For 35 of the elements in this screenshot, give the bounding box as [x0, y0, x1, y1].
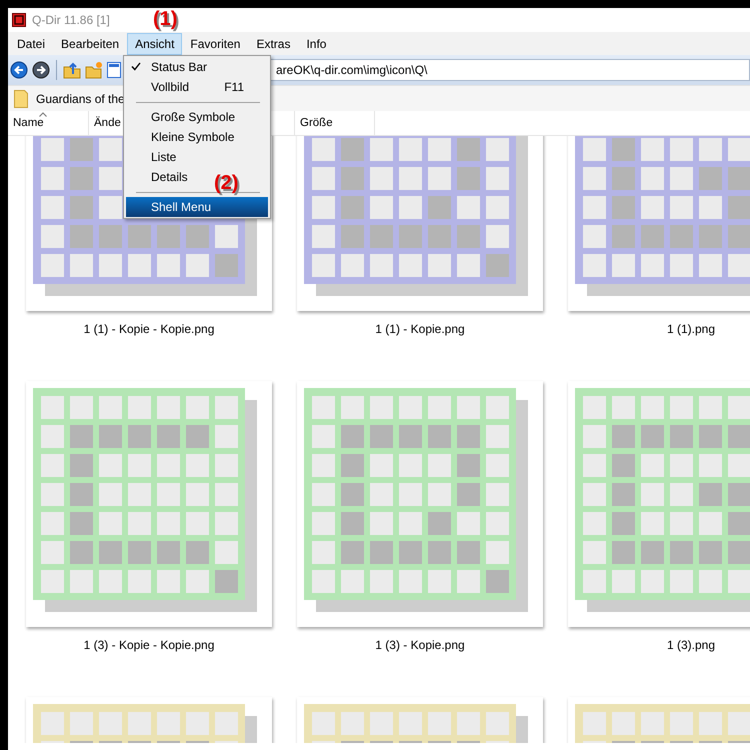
menu-item[interactable]: Liste	[126, 147, 182, 167]
app-icon	[12, 13, 26, 27]
menu-bar-item[interactable]: Bearbeiten	[53, 32, 128, 54]
menu-item[interactable]: Kleine Symbole	[126, 127, 240, 147]
new-folder-icon[interactable]	[85, 61, 103, 79]
file-name: 1 (1).png	[666, 321, 716, 338]
menu-bar-item[interactable]: Favoriten	[182, 32, 248, 54]
column-header[interactable]: Name	[8, 111, 89, 135]
folder-icon	[14, 90, 28, 108]
menu-item[interactable]: Shell Menu	[126, 197, 268, 217]
menu-item[interactable]: Große Symbole	[126, 107, 242, 127]
window-icon[interactable]	[107, 62, 121, 78]
thumbnail-card[interactable]	[26, 381, 272, 627]
menu-item[interactable]: Details	[126, 167, 194, 187]
menu-bar-item[interactable]: Extras	[248, 32, 298, 54]
thumbnail-card[interactable]	[297, 381, 543, 627]
menu-item[interactable]: Status Bar	[126, 57, 214, 77]
menu-bar-item[interactable]: Ansicht	[127, 32, 182, 54]
file-name: 1 (3) - Kopie - Kopie.png	[84, 637, 214, 654]
menu-bar-item[interactable]: Info	[298, 32, 334, 54]
file-name: 1 (1) - Kopie - Kopie.png	[84, 321, 214, 338]
folder-up-icon[interactable]	[63, 61, 81, 79]
annotation-label: (1)	[153, 8, 178, 31]
window-title: Q-Dir 11.86 [1]	[32, 13, 110, 27]
thumbnail-card[interactable]	[297, 136, 543, 311]
back-icon[interactable]	[10, 61, 28, 79]
column-header[interactable]: Größe	[295, 111, 375, 135]
menu-bar-item[interactable]: Datei	[9, 32, 54, 54]
file-name: 1 (3).png	[666, 637, 716, 654]
annotation-label: (2)	[214, 172, 238, 195]
forward-icon[interactable]	[32, 61, 50, 79]
file-name: 1 (1) - Kopie.png	[375, 321, 465, 338]
checkmark-icon	[131, 62, 141, 71]
sort-caret-icon	[39, 112, 47, 117]
file-name: 1 (3) - Kopie.png	[375, 637, 465, 654]
